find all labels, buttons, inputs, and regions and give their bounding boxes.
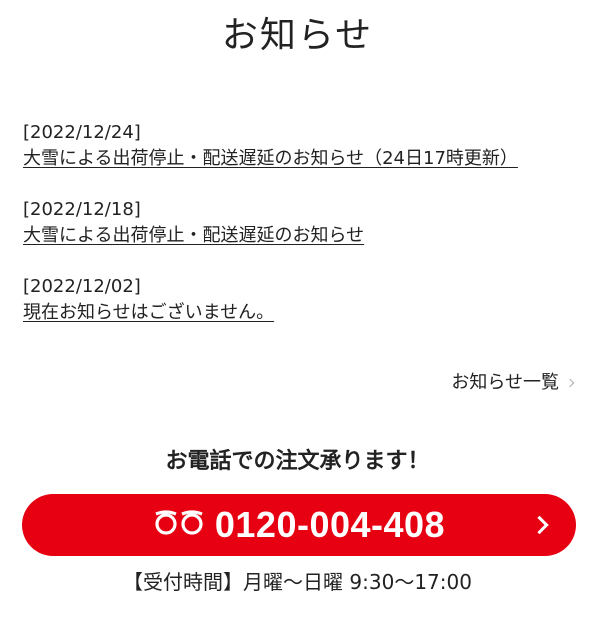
news-date: [2022/12/24] [23, 122, 141, 143]
news-list-link-label: お知らせ一覧 [451, 372, 559, 393]
news-date: [2022/12/02] [23, 276, 141, 297]
call-button[interactable]: 0120-004-408 [22, 494, 576, 556]
news-item: [2022/12/18] 大雪による出荷停止・配送遅延のお知らせ [23, 197, 573, 249]
news-link[interactable]: 大雪による出荷停止・配送遅延のお知らせ [23, 223, 364, 249]
chevron-right-icon [565, 378, 575, 388]
business-hours: 【受付時間】月曜〜日曜 9:30〜17:00 [123, 570, 472, 594]
news-list-link[interactable]: お知らせ一覧 [451, 369, 575, 397]
phone-order-heading: お電話での注文承ります！ [165, 449, 430, 474]
chevron-right-icon [530, 515, 549, 535]
news-list: [2022/12/24] 大雪による出荷停止・配送遅延のお知らせ（24日17時更… [23, 120, 573, 351]
page-title: お知らせ [221, 15, 374, 56]
freedial-icon [153, 510, 205, 540]
news-item: [2022/12/24] 大雪による出荷停止・配送遅延のお知らせ（24日17時更… [23, 120, 573, 172]
news-link[interactable]: 現在お知らせはございません。 [23, 300, 274, 326]
phone-number: 0120-004-408 [214, 504, 446, 545]
news-date: [2022/12/18] [23, 199, 141, 220]
news-item: [2022/12/02] 現在お知らせはございません。 [23, 274, 573, 326]
news-link[interactable]: 大雪による出荷停止・配送遅延のお知らせ（24日17時更新） [23, 146, 518, 172]
